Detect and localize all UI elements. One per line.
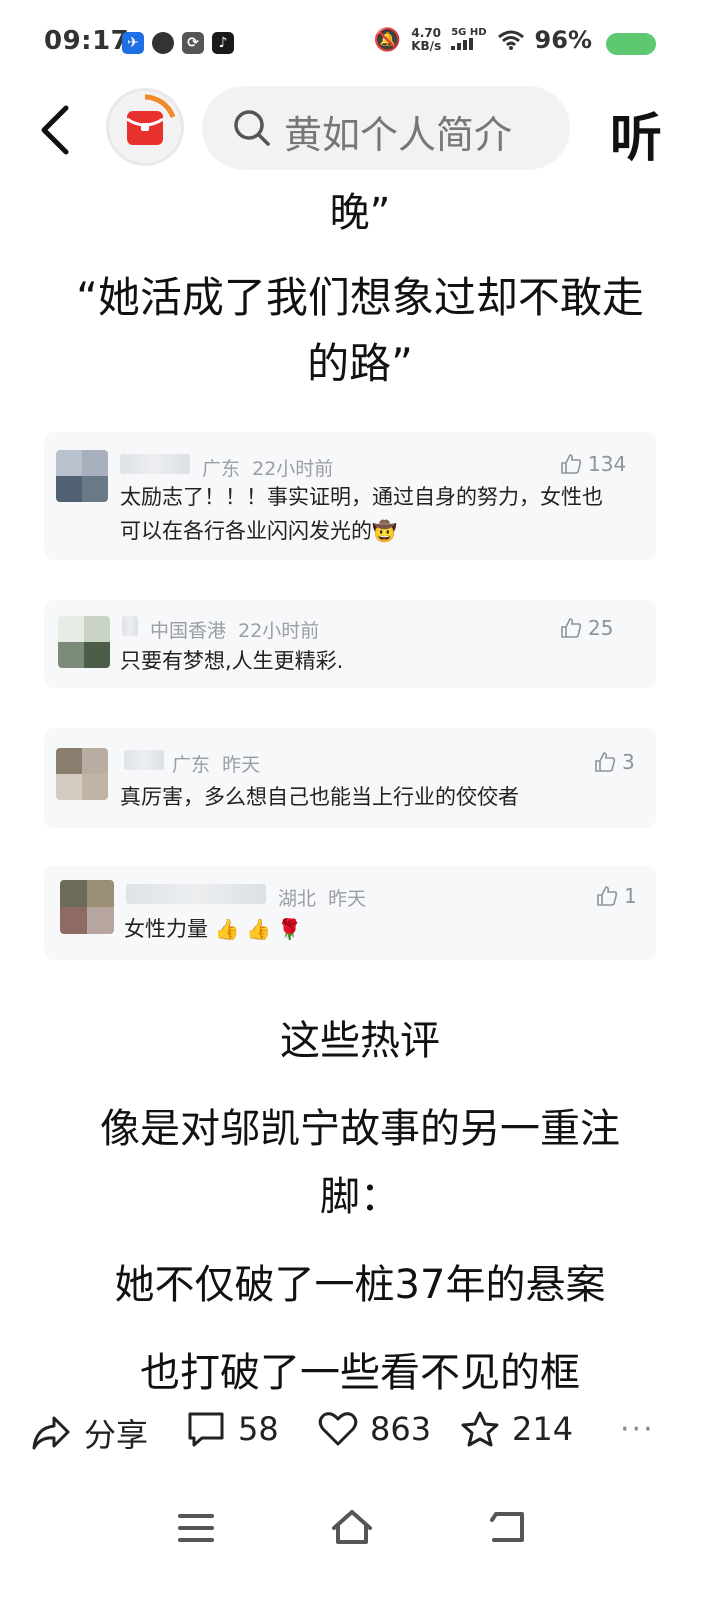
comment-meta: 湖北 昨天 [278,884,366,911]
search-icon [234,110,270,146]
share-arrow-icon [32,1416,70,1450]
comment-like-count: 1 [624,884,637,908]
article-action-bar: 分享 58 863 214 ··· [0,1400,720,1464]
status-bar: 09:17 ✈ ⟳ ♪ 🔕 4.70 KB/s 5G HD 96% [0,0,720,84]
link-icon: ⟳ [182,32,204,54]
back-arrow-icon[interactable] [36,102,76,158]
comment-meta: 中国香港 22小时前 [150,616,319,643]
chat-bubble-icon [152,32,174,54]
speed-unit: KB/s [411,39,442,53]
channel-logo[interactable] [106,88,184,166]
home-icon[interactable] [330,1508,374,1546]
commenter-avatar[interactable] [60,880,114,934]
article-text-line: 也打破了一些看不见的框 [140,1350,580,1396]
commenter-name-blurred [126,884,266,904]
comment-card: 中国香港 22小时前 25 只要有梦想,人生更精彩. [44,600,656,688]
back-nav-icon[interactable] [488,1508,528,1546]
comment-bubble-icon [188,1412,224,1447]
commenter-avatar[interactable] [56,450,108,502]
comment-meta: 广东 昨天 [172,750,260,777]
thumbs-up-icon [597,886,618,906]
comment-text: 女性力量 👍 👍 🌹 [124,912,302,946]
comment-like-button[interactable]: 134 [560,452,626,476]
signal-icon [451,38,474,50]
comment-card: 广东 22小时前 134 太励志了！！！事实证明，通过自身的努力，女性也 可以在… [44,432,656,560]
star-icon [461,1411,499,1447]
top-navigation: 黄如个人简介 听 [0,84,720,176]
favorite-button[interactable]: 214 [460,1410,573,1448]
comment-time: 昨天 [328,888,367,910]
thumbs-up-icon [561,618,582,638]
more-options-button[interactable]: ··· [620,1412,655,1447]
comment-region: 广东 [172,754,211,776]
article-text-line: 这些热评 [280,1018,440,1064]
network-speed: 4.70 KB/s [411,27,441,53]
comment-emoji: 🤠 [372,519,397,543]
comment-like-count: 134 [588,452,627,476]
comment-text: 真厉害，多么想自己也能当上行业的佼佼者 [120,785,519,809]
app-notification-icon: ✈ [122,32,144,54]
comment-text: 太励志了！！！事实证明，通过自身的努力，女性也 可以在各行各业闪闪发光的🤠 [120,480,603,548]
red-envelope-icon [126,94,176,145]
listen-button[interactable]: 听 [610,96,662,171]
article-quote-line: 的路” [307,339,413,388]
battery-percent: 96% [534,26,592,54]
commenter-name-blurred [124,750,164,770]
comment-text: 只要有梦想,人生更精彩. [120,649,344,673]
comment-button[interactable]: 58 [186,1410,279,1448]
like-count: 863 [370,1410,432,1448]
commenter-name-blurred [122,616,138,636]
wifi-icon [497,30,524,50]
comment-text-line: 女性力量 [124,917,208,941]
commenter-name-blurred [120,454,190,474]
comment-region: 湖北 [278,888,317,910]
article-text-line: 她不仅破了一桩37年的悬案 [114,1262,606,1308]
like-button[interactable]: 863 [318,1410,431,1448]
comment-like-count: 3 [622,750,635,774]
comment-like-button[interactable]: 1 [596,884,637,908]
comment-text-line: 可以在各行各业闪闪发光的 [120,519,372,543]
search-placeholder: 黄如个人简介 [284,113,513,157]
mute-bell-icon: 🔕 [373,27,402,53]
comment-like-button[interactable]: 25 [560,616,613,640]
comment-card: 广东 昨天 3 真厉害，多么想自己也能当上行业的佼佼者 [44,728,656,828]
commenter-avatar[interactable] [56,748,108,800]
comment-meta: 广东 22小时前 [202,454,333,481]
comment-region: 广东 [202,458,241,480]
comment-count: 58 [238,1410,279,1448]
commenter-avatar[interactable] [58,616,110,668]
thumbs-up-icon [595,752,616,772]
comment-text-line: 太励志了！！！事实证明，通过自身的努力，女性也 [120,485,603,509]
battery-icon [606,33,656,55]
search-bar[interactable]: 黄如个人简介 [202,86,570,170]
comment-like-count: 25 [588,616,614,640]
comment-region: 中国香港 [150,620,227,642]
tiktok-icon: ♪ [212,32,234,54]
article-text-line: 脚： [320,1174,400,1220]
comment-emoji: 👍 👍 🌹 [214,917,303,941]
system-navigation-bar [0,1496,720,1566]
comment-time: 昨天 [222,754,261,776]
status-time: 09:17 [44,26,130,56]
status-app-icons: ✈ ⟳ ♪ [122,32,234,54]
article-quote-line: “她活成了我们想象过却不敢走 [76,273,644,322]
favorite-count: 214 [512,1410,574,1448]
article-text-line: 像是对邬凯宁故事的另一重注 [100,1106,620,1152]
network-type: 5G HD [451,27,487,53]
heart-icon [318,1412,358,1446]
comment-like-button[interactable]: 3 [594,750,635,774]
status-indicators: 🔕 4.70 KB/s 5G HD 96% [374,26,592,54]
share-label: 分享 [84,1416,149,1454]
share-button[interactable]: 分享 [30,1410,148,1456]
net-label: 5G HD [451,27,487,38]
comment-card: 湖北 昨天 1 女性力量 👍 👍 🌹 [44,866,656,960]
comment-time: 22小时前 [238,620,320,642]
thumbs-up-icon [561,454,582,474]
menu-icon[interactable] [176,1510,216,1546]
comment-time: 22小时前 [252,458,334,480]
article-text-line: 晚” [329,190,391,236]
